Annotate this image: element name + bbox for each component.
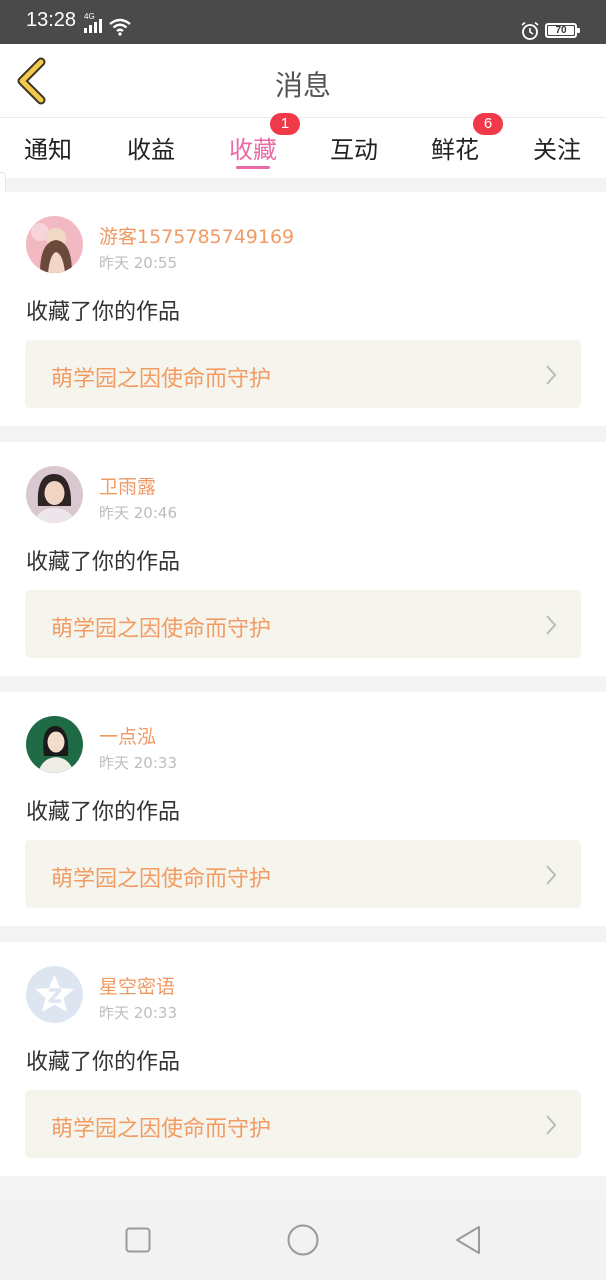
tab-interactions[interactable]: 互动 <box>309 118 399 178</box>
tab-label: 通知 <box>24 136 72 164</box>
message-card: 游客1575785749169 昨天 20:55 收藏了你的作品 萌学园之因使命… <box>0 192 606 426</box>
default-star-avatar-icon[interactable] <box>26 966 83 1023</box>
tab-bar: 通知 收益 收藏 1 互动 鲜花 6 关注 <box>0 113 606 178</box>
tab-flowers[interactable]: 鲜花 6 <box>410 113 503 178</box>
tab-notifications[interactable]: 通知 <box>3 118 93 178</box>
work-title: 萌学园之因使命而守护 <box>51 367 272 392</box>
status-bar: 13:28 4G 70 <box>0 0 606 44</box>
recents-square-icon[interactable] <box>125 1227 151 1253</box>
work-title: 萌学园之因使命而守护 <box>51 867 272 892</box>
tab-label: 互动 <box>330 136 378 164</box>
tab-favorites[interactable]: 收藏 1 <box>208 113 300 178</box>
message-card: 星空密语 昨天 20:33 收藏了你的作品 萌学园之因使命而守护 <box>0 942 606 1176</box>
alarm-icon <box>521 21 539 40</box>
avatar[interactable] <box>26 216 83 273</box>
tab-badge: 6 <box>473 113 503 135</box>
status-time: 13:28 <box>26 9 77 31</box>
chevron-right-icon <box>546 365 557 385</box>
message-text: 收藏了你的作品 <box>26 1050 181 1075</box>
message-text: 收藏了你的作品 <box>26 300 181 325</box>
work-link[interactable]: 萌学园之因使命而守护 <box>25 590 581 658</box>
page-title: 消息 <box>274 69 331 102</box>
cellular-signal-icon: 4G <box>84 12 102 33</box>
home-circle-icon[interactable] <box>287 1224 319 1256</box>
message-time: 昨天 20:33 <box>99 1004 177 1022</box>
avatar[interactable] <box>26 466 83 523</box>
tab-badge: 1 <box>270 113 300 135</box>
work-title: 萌学园之因使命而守护 <box>51 617 272 642</box>
chevron-right-icon <box>546 615 557 635</box>
battery-level: 70 <box>555 25 567 36</box>
username[interactable]: 一点泓 <box>99 722 156 749</box>
message-card: 卫雨露 昨天 20:46 收藏了你的作品 萌学园之因使命而守护 <box>0 442 606 676</box>
work-link[interactable]: 萌学园之因使命而守护 <box>25 340 581 408</box>
message-text: 收藏了你的作品 <box>26 550 181 575</box>
chevron-right-icon <box>546 865 557 885</box>
work-link[interactable]: 萌学园之因使命而守护 <box>25 1090 581 1158</box>
tab-label: 鲜花 <box>431 136 479 164</box>
avatar[interactable] <box>26 716 83 773</box>
system-nav-bar <box>0 1198 606 1280</box>
message-time: 昨天 20:33 <box>99 754 177 772</box>
chevron-right-icon <box>546 1115 557 1135</box>
header: 消息 <box>0 44 606 118</box>
username[interactable]: 星空密语 <box>99 972 175 999</box>
tab-label: 收藏 <box>229 136 277 164</box>
username[interactable]: 卫雨露 <box>99 472 156 499</box>
battery-icon: 70 <box>545 23 580 38</box>
wifi-icon <box>109 18 131 36</box>
tab-label: 关注 <box>533 136 581 164</box>
work-title: 萌学园之因使命而守护 <box>51 1117 272 1142</box>
back-triangle-icon[interactable] <box>454 1224 482 1256</box>
work-link[interactable]: 萌学园之因使命而守护 <box>25 840 581 908</box>
message-time: 昨天 20:55 <box>99 254 177 272</box>
message-text: 收藏了你的作品 <box>26 800 181 825</box>
username[interactable]: 游客1575785749169 <box>99 222 294 249</box>
tab-following[interactable]: 关注 <box>512 118 602 178</box>
message-card: 一点泓 昨天 20:33 收藏了你的作品 萌学园之因使命而守护 <box>0 692 606 926</box>
active-tab-indicator <box>236 166 270 169</box>
tab-label: 收益 <box>127 136 175 164</box>
message-time: 昨天 20:46 <box>99 504 177 522</box>
tab-earnings[interactable]: 收益 <box>106 118 196 178</box>
